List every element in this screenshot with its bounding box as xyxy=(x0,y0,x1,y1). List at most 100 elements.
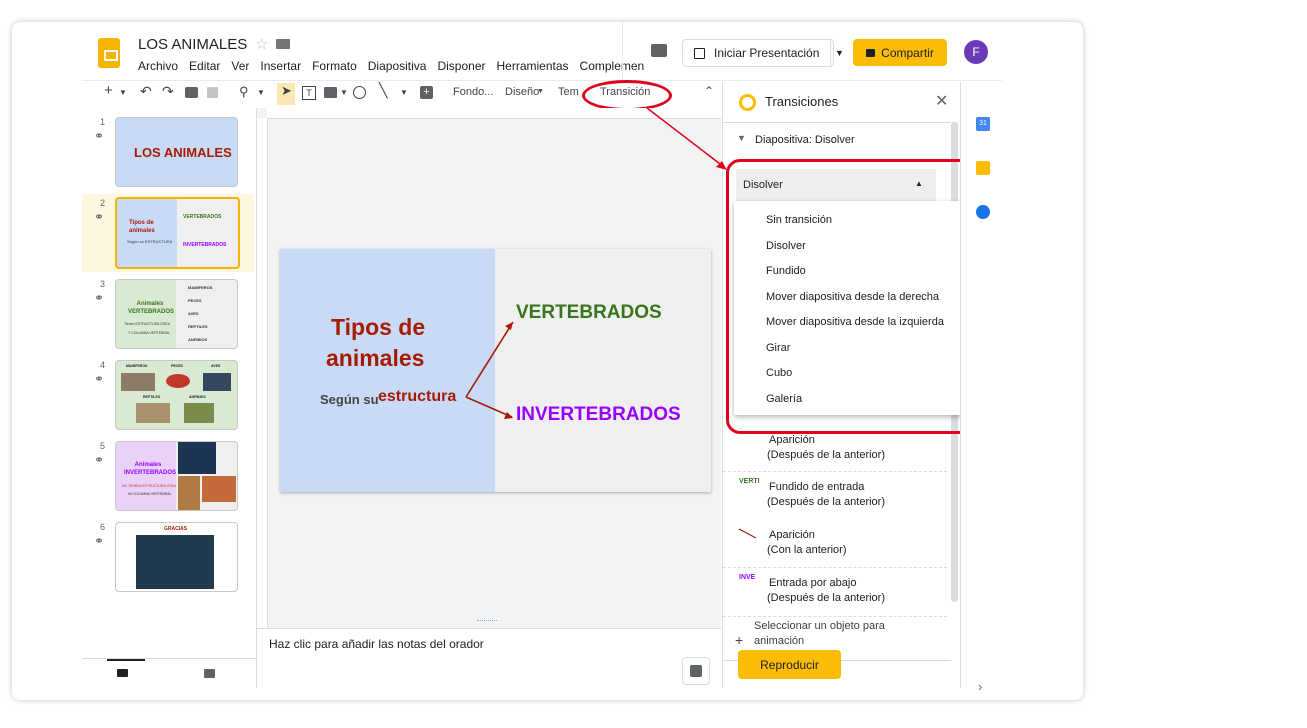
link-icon: ⚭ xyxy=(94,372,105,386)
menu-diapositiva[interactable]: Diapositiva xyxy=(368,59,427,73)
undo-icon[interactable]: ↶ xyxy=(140,83,152,100)
thumb-title: GRACIAS xyxy=(164,526,188,532)
thumb-label: PECES xyxy=(171,364,183,368)
theme-button[interactable]: Tem xyxy=(558,86,579,98)
present-button[interactable]: Iniciar Presentación ▼ xyxy=(682,39,844,67)
separator xyxy=(723,567,947,568)
active-tab-indicator xyxy=(107,659,145,661)
animation-name: Entrada por abajo xyxy=(769,577,857,589)
menu-herramientas[interactable]: Herramientas xyxy=(497,59,569,73)
link-icon: ⚭ xyxy=(94,453,105,467)
animation-thumb: VERTI xyxy=(739,478,760,485)
thumb-list-item: AVES xyxy=(188,311,199,316)
present-dropdown-icon[interactable]: ▼ xyxy=(830,40,848,66)
menu-editar[interactable]: Editar xyxy=(189,59,220,73)
thumb-sub2: Y COLUMNA VERTEBRAL xyxy=(128,331,171,335)
keep-icon[interactable] xyxy=(976,161,990,175)
image-icon[interactable] xyxy=(324,87,337,98)
redo-icon[interactable]: ↷ xyxy=(162,83,174,100)
paint-format-icon[interactable] xyxy=(207,87,218,98)
new-slide-dropdown-icon[interactable]: ▼ xyxy=(119,88,127,97)
select-hint-1: Seleccionar un objeto para xyxy=(754,620,885,632)
slide-number: 5 xyxy=(100,441,106,451)
share-button[interactable]: Compartir xyxy=(853,39,947,66)
animation-thumb: INVE xyxy=(739,574,756,581)
close-icon[interactable]: ✕ xyxy=(935,91,948,111)
zoom-icon[interactable]: ⚲ xyxy=(239,84,249,100)
expand-panel-icon[interactable]: › xyxy=(978,679,982,694)
thumb-sub2: NI COLUMNA VERTEBRAL xyxy=(128,492,172,496)
tasks-icon[interactable] xyxy=(976,205,990,219)
background-button[interactable]: Fondo... xyxy=(453,86,493,98)
slide-thumbnail-1[interactable]: LOS ANIMALES xyxy=(115,117,238,187)
link-icon: ⚭ xyxy=(94,210,105,224)
arrow-down[interactable] xyxy=(465,396,513,418)
horizontal-ruler xyxy=(267,108,721,119)
shape-icon[interactable] xyxy=(353,86,366,99)
thumb-list-item: ANFIBIOS xyxy=(188,337,208,342)
section-title[interactable]: Diapositiva: Disolver xyxy=(755,134,855,146)
toolbar-top-border xyxy=(82,80,1002,81)
slide-thumbnail-2[interactable]: Tipos de animales Según su ESTRUCTURA VE… xyxy=(115,197,240,269)
reptile-image xyxy=(136,403,170,423)
menu-archivo[interactable]: Archivo xyxy=(138,59,178,73)
comments-icon[interactable] xyxy=(651,44,667,57)
link-icon: ⚭ xyxy=(94,129,105,143)
speaker-notes[interactable]: Haz clic para añadir las notas del orado… xyxy=(257,628,721,689)
animation-name: Aparición xyxy=(769,434,815,446)
panel-divider xyxy=(723,122,951,123)
add-comment-icon[interactable]: + xyxy=(420,86,433,99)
document-title[interactable]: LOS ANIMALES xyxy=(138,36,247,53)
notes-placeholder[interactable]: Haz clic para añadir las notas del orado… xyxy=(269,637,484,651)
thumb-title: Animales INVERTEBRADOS xyxy=(124,462,177,476)
play-button[interactable]: Reproducir xyxy=(738,650,841,679)
avatar[interactable]: F xyxy=(964,40,988,64)
thumb-label: REPTILES xyxy=(143,395,161,399)
line-icon[interactable]: ╲ xyxy=(379,82,387,99)
zoom-dropdown-icon[interactable]: ▼ xyxy=(257,88,265,97)
menu-disponer[interactable]: Disponer xyxy=(437,59,485,73)
line-dropdown-icon[interactable]: ▼ xyxy=(400,88,408,97)
layout-button[interactable]: Diseño xyxy=(505,86,539,98)
explore-button[interactable] xyxy=(682,657,710,685)
menu-formato[interactable]: Formato xyxy=(312,59,357,73)
thumb-sub1: NO TIENEN ESTRUCTURA ÓSEA xyxy=(122,484,177,488)
side-rail: 31 › xyxy=(960,82,1005,694)
layout-dropdown-icon[interactable]: ▼ xyxy=(537,88,544,95)
arrow-up[interactable] xyxy=(465,321,514,398)
header-divider xyxy=(622,22,623,82)
select-hint-2: animación xyxy=(754,635,805,647)
slide-thumbnail-3[interactable]: Animales VERTEBRADOS Tienen ESTRUCTURA Ó… xyxy=(115,279,238,349)
grid-view-icon[interactable] xyxy=(204,669,215,678)
thumb-label: ANFIBIOS xyxy=(189,395,206,399)
thumb-label: MAMÍFEROS xyxy=(126,364,148,368)
folder-icon[interactable] xyxy=(276,39,290,49)
filmstrip-view-icon[interactable] xyxy=(117,669,128,677)
select-cursor-icon[interactable]: ➤ xyxy=(281,83,292,99)
thumb-list-item: PECES xyxy=(188,298,202,303)
slide-thumbnail-4[interactable]: MAMÍFEROS PECES AVES REPTILES ANFIBIOS xyxy=(115,360,238,430)
collapse-toolbar-icon[interactable]: ⌃ xyxy=(704,84,714,98)
chevron-down-icon[interactable]: ▼ xyxy=(737,133,746,143)
menu-complementos[interactable]: Complemen xyxy=(580,59,645,73)
add-animation-icon[interactable]: + xyxy=(735,632,743,648)
image-dropdown-icon[interactable]: ▼ xyxy=(340,88,348,97)
thumb-list-item: MAMÍFEROS xyxy=(188,285,213,290)
menu-ver[interactable]: Ver xyxy=(231,59,249,73)
resize-handle[interactable] xyxy=(477,620,497,624)
link-icon: ⚭ xyxy=(94,534,105,548)
current-slide[interactable]: Tipos de animales Según su estructura VE… xyxy=(280,249,711,492)
slide-thumbnail-6[interactable]: GRACIAS xyxy=(115,522,238,592)
options-highlight-box xyxy=(726,159,977,434)
star-icon[interactable]: ☆ xyxy=(255,35,268,53)
text-box-icon[interactable]: T xyxy=(302,86,316,100)
slide-thumbnail-5[interactable]: Animales INVERTEBRADOS NO TIENEN ESTRUCT… xyxy=(115,441,238,511)
new-slide-icon[interactable]: + xyxy=(104,82,113,99)
frog-image xyxy=(184,403,214,423)
print-icon[interactable] xyxy=(185,87,198,98)
calendar-icon[interactable]: 31 xyxy=(976,117,990,131)
animation-timing: (Después de la anterior) xyxy=(767,449,886,461)
slides-logo-icon[interactable] xyxy=(98,38,120,68)
menu-insertar[interactable]: Insertar xyxy=(260,59,301,73)
animation-timing: (Después de la anterior) xyxy=(767,496,886,508)
